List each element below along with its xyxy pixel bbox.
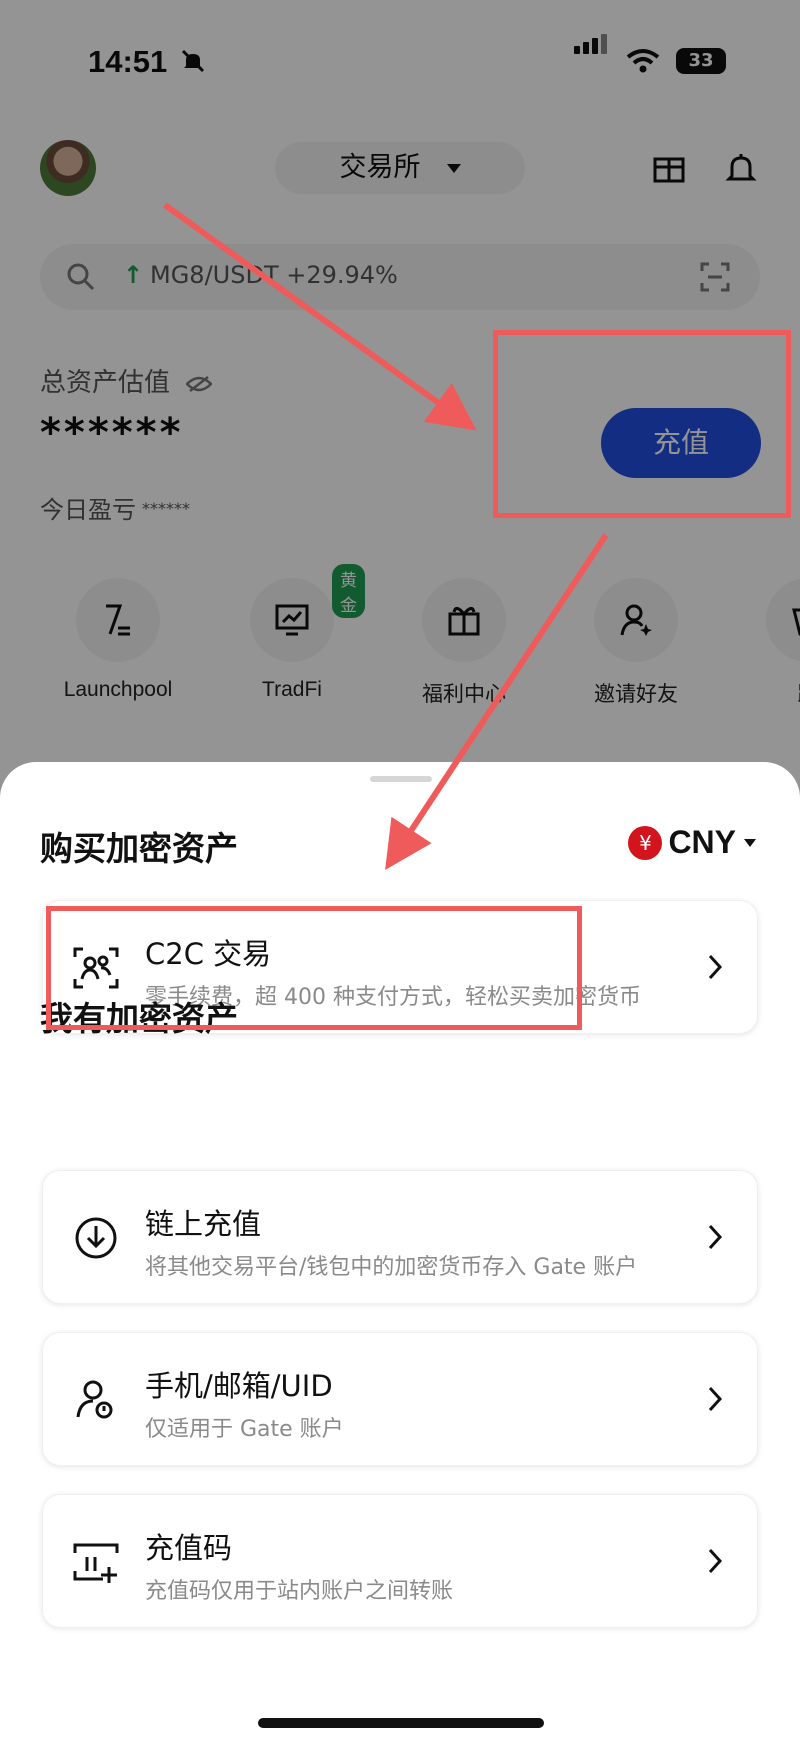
user-transfer-icon (76, 1380, 113, 1419)
chevron-right-icon (708, 1224, 723, 1250)
buy-crypto-title: 购买加密资产 (40, 829, 238, 868)
sheet-grabber[interactable] (370, 776, 432, 782)
chevron-right-icon (708, 1548, 723, 1574)
caret-down-icon (744, 838, 756, 847)
recharge-code-subtitle: 充值码仅用于站内账户之间转账 (145, 1579, 454, 1604)
onchain-deposit-option[interactable]: 链上充值 将其他交易平台/钱包中的加密货币存入 Gate 账户 (42, 1170, 758, 1304)
chevron-right-icon (708, 1386, 723, 1412)
currency-code: CNY (668, 824, 736, 860)
recharge-code-option[interactable]: 充值码 充值码仅用于站内账户之间转账 (42, 1494, 758, 1628)
download-icon (75, 1217, 117, 1259)
onchain-title: 链上充值 (145, 1207, 262, 1241)
internal-transfer-subtitle: 仅适用于 Gate 账户 (145, 1417, 344, 1442)
annotation-highlight-recharge (493, 330, 791, 518)
code-scan-icon (73, 1543, 119, 1583)
internal-transfer-option[interactable]: 手机/邮箱/UID 仅适用于 Gate 账户 (42, 1332, 758, 1466)
onchain-subtitle: 将其他交易平台/钱包中的加密货币存入 Gate 账户 (145, 1255, 638, 1280)
annotation-highlight-c2c (46, 906, 582, 1030)
currency-selector[interactable]: ¥ CNY (628, 824, 756, 864)
internal-transfer-title: 手机/邮箱/UID (145, 1369, 333, 1403)
chevron-right-icon (708, 954, 723, 980)
home-indicator[interactable] (258, 1718, 544, 1728)
yen-icon: ¥ (628, 825, 663, 860)
recharge-code-title: 充值码 (145, 1531, 233, 1565)
